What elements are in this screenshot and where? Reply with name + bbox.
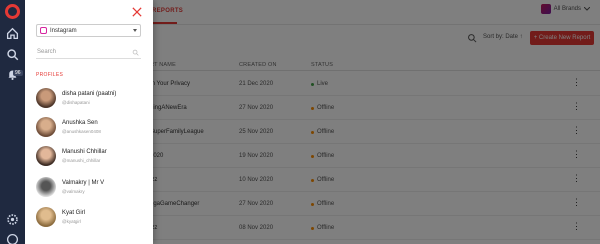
profile-name: Valmakry | Mr V xyxy=(62,180,105,186)
close-icon[interactable] xyxy=(132,7,142,17)
profile-handle: @valmakry xyxy=(62,189,85,194)
profiles-heading: PROFILES xyxy=(36,72,64,78)
profile-name: Anushka Sen xyxy=(62,120,98,126)
profile-handle: @kyatgirl xyxy=(62,219,81,224)
profile-search-input[interactable]: Search xyxy=(36,47,141,59)
avatar xyxy=(36,146,56,166)
app-logo[interactable] xyxy=(5,4,20,19)
chevron-down-icon xyxy=(133,29,137,32)
avatar xyxy=(36,88,56,108)
search-placeholder: Search xyxy=(37,49,57,55)
profile-item[interactable]: Anushka Sen @anushkasen0408 xyxy=(36,117,146,141)
profile-handle: @manushi_chhillar xyxy=(62,158,101,163)
left-nav-rail: 96 xyxy=(0,0,25,244)
profile-item[interactable]: Kyat Girl @kyatgirl xyxy=(36,207,146,231)
platform-select[interactable]: Instagram xyxy=(36,24,141,37)
profile-item[interactable]: Valmakry | Mr V @valmakry xyxy=(36,177,146,201)
profile-name: Kyat Girl xyxy=(62,210,86,216)
profile-item[interactable]: Manushi Chhillar @manushi_chhillar xyxy=(36,146,146,170)
platform-label: Instagram xyxy=(50,27,77,34)
help-icon[interactable] xyxy=(6,233,19,244)
notification-badge: 96 xyxy=(13,70,23,76)
avatar xyxy=(36,117,56,137)
profile-drawer: Instagram Search PROFILES disha patani (… xyxy=(25,0,153,244)
profile-item[interactable]: disha patani (paatni) @dishapatani xyxy=(36,88,146,112)
instagram-icon xyxy=(40,27,47,34)
avatar xyxy=(36,207,56,227)
settings-icon[interactable] xyxy=(6,213,19,226)
profile-name: disha patani (paatni) xyxy=(62,91,117,97)
search-icon xyxy=(132,49,139,56)
home-icon[interactable] xyxy=(6,27,19,40)
profile-handle: @anushkasen0408 xyxy=(62,129,101,134)
avatar xyxy=(36,177,56,197)
profile-name: Manushi Chhillar xyxy=(62,149,107,155)
profile-handle: @dishapatani xyxy=(62,100,90,105)
search-icon[interactable] xyxy=(6,48,19,61)
